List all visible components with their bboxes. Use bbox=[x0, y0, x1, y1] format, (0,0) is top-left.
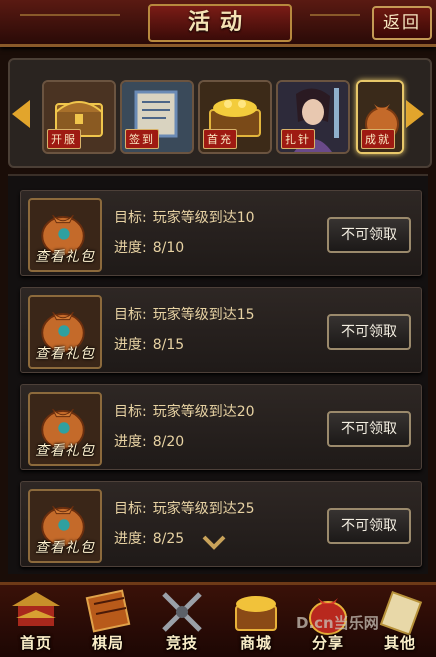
gift-pack-label: 查看礼包 bbox=[35, 249, 95, 265]
progress-value: 8/25 bbox=[152, 531, 185, 547]
back-button[interactable]: 返回 bbox=[372, 6, 432, 40]
list-item: 查看礼包 目标: 玩家等级到达25 进度: 8/25 不可领取 bbox=[20, 481, 422, 567]
tab-label: 开服 bbox=[47, 129, 81, 149]
progress-key: 进度: bbox=[114, 240, 147, 256]
view-gift-pack-button[interactable]: 查看礼包 bbox=[28, 295, 102, 369]
claim-button[interactable]: 不可领取 bbox=[327, 411, 411, 447]
goal-text: 目标: 玩家等级到达25 bbox=[114, 498, 255, 518]
claim-button[interactable]: 不可领取 bbox=[327, 314, 411, 350]
page-title: 活动 bbox=[148, 4, 292, 42]
shop-chest-icon bbox=[235, 596, 277, 631]
gift-pack-label: 查看礼包 bbox=[35, 346, 95, 362]
progress-text: 进度: 8/20 bbox=[114, 431, 184, 451]
goal-value: 玩家等级到达20 bbox=[152, 404, 255, 420]
claim-button[interactable]: 不可领取 bbox=[327, 508, 411, 544]
gift-pack-label: 查看礼包 bbox=[35, 443, 95, 459]
tab-scroll-right-icon[interactable] bbox=[406, 100, 424, 128]
crossed-swords-icon bbox=[162, 592, 202, 632]
nav-label: 其他 bbox=[383, 634, 416, 652]
header-bar: 活动 返回 bbox=[0, 0, 436, 47]
header-ornament-left bbox=[20, 14, 120, 16]
goal-value: 玩家等级到达15 bbox=[152, 307, 255, 323]
nav-arena[interactable]: 竞技 bbox=[146, 586, 218, 654]
nav-shop[interactable]: 商城 bbox=[220, 586, 292, 654]
header-ornament-right bbox=[310, 14, 360, 16]
list-item: 查看礼包 目标: 玩家等级到达20 进度: 8/20 不可领取 bbox=[20, 384, 422, 470]
nav-label: 分享 bbox=[311, 634, 344, 652]
list-item: 查看礼包 目标: 玩家等级到达15 进度: 8/15 不可领取 bbox=[20, 287, 422, 373]
nav-label: 棋局 bbox=[91, 634, 124, 652]
goal-key: 目标: bbox=[114, 307, 147, 323]
tab-label: 首充 bbox=[203, 129, 237, 149]
view-gift-pack-button[interactable]: 查看礼包 bbox=[28, 198, 102, 272]
watermark-logo: D.cn当乐网 bbox=[296, 614, 379, 632]
progress-value: 8/20 bbox=[152, 434, 185, 450]
gift-pack-label: 查看礼包 bbox=[35, 540, 95, 556]
tab-sign-in[interactable]: 签到 bbox=[120, 80, 194, 154]
progress-key: 进度: bbox=[114, 337, 147, 353]
tab-label: 成就 bbox=[361, 129, 395, 149]
progress-value: 8/15 bbox=[152, 337, 185, 353]
chessboard-icon bbox=[85, 589, 131, 633]
progress-value: 8/10 bbox=[152, 240, 185, 256]
list-item: 查看礼包 目标: 玩家等级到达10 进度: 8/10 不可领取 bbox=[20, 190, 422, 276]
view-gift-pack-button[interactable]: 查看礼包 bbox=[28, 489, 102, 563]
scroll-down-chevron-icon[interactable] bbox=[202, 534, 226, 552]
goal-key: 目标: bbox=[114, 210, 147, 226]
tab-opening-event[interactable]: 开服 bbox=[42, 80, 116, 154]
progress-text: 进度: 8/10 bbox=[114, 237, 184, 257]
view-gift-pack-button[interactable]: 查看礼包 bbox=[28, 392, 102, 466]
goal-value: 玩家等级到达25 bbox=[152, 501, 255, 517]
tab-scroll-left-icon[interactable] bbox=[12, 100, 30, 128]
goal-key: 目标: bbox=[114, 404, 147, 420]
reward-list[interactable]: 查看礼包 目标: 玩家等级到达10 进度: 8/10 不可领取 查看礼包 目标: 玩家… bbox=[8, 174, 428, 574]
nav-label: 商城 bbox=[239, 634, 272, 652]
nav-chess-board[interactable]: 棋局 bbox=[72, 586, 144, 654]
progress-key: 进度: bbox=[114, 434, 147, 450]
claim-button[interactable]: 不可领取 bbox=[327, 217, 411, 253]
palace-icon bbox=[12, 592, 60, 626]
nav-label: 首页 bbox=[19, 634, 52, 652]
progress-text: 进度: 8/15 bbox=[114, 334, 184, 354]
tab-acupuncture[interactable]: 扎针 bbox=[276, 80, 350, 154]
tab-first-recharge[interactable]: 首充 bbox=[198, 80, 272, 154]
goal-text: 目标: 玩家等级到达20 bbox=[114, 401, 255, 421]
goal-text: 目标: 玩家等级到达15 bbox=[114, 304, 255, 324]
scroll-icon bbox=[379, 590, 423, 636]
goal-value: 玩家等级到达10 bbox=[152, 210, 255, 226]
tab-label: 扎针 bbox=[281, 129, 315, 149]
progress-key: 进度: bbox=[114, 531, 147, 547]
nav-label: 竞技 bbox=[165, 634, 198, 652]
tab-label: 签到 bbox=[125, 129, 159, 149]
tab-achievement[interactable]: 成就 bbox=[356, 80, 404, 154]
nav-home[interactable]: 首页 bbox=[0, 586, 72, 654]
progress-text: 进度: 8/25 bbox=[114, 528, 184, 548]
goal-key: 目标: bbox=[114, 501, 147, 517]
goal-text: 目标: 玩家等级到达10 bbox=[114, 207, 255, 227]
